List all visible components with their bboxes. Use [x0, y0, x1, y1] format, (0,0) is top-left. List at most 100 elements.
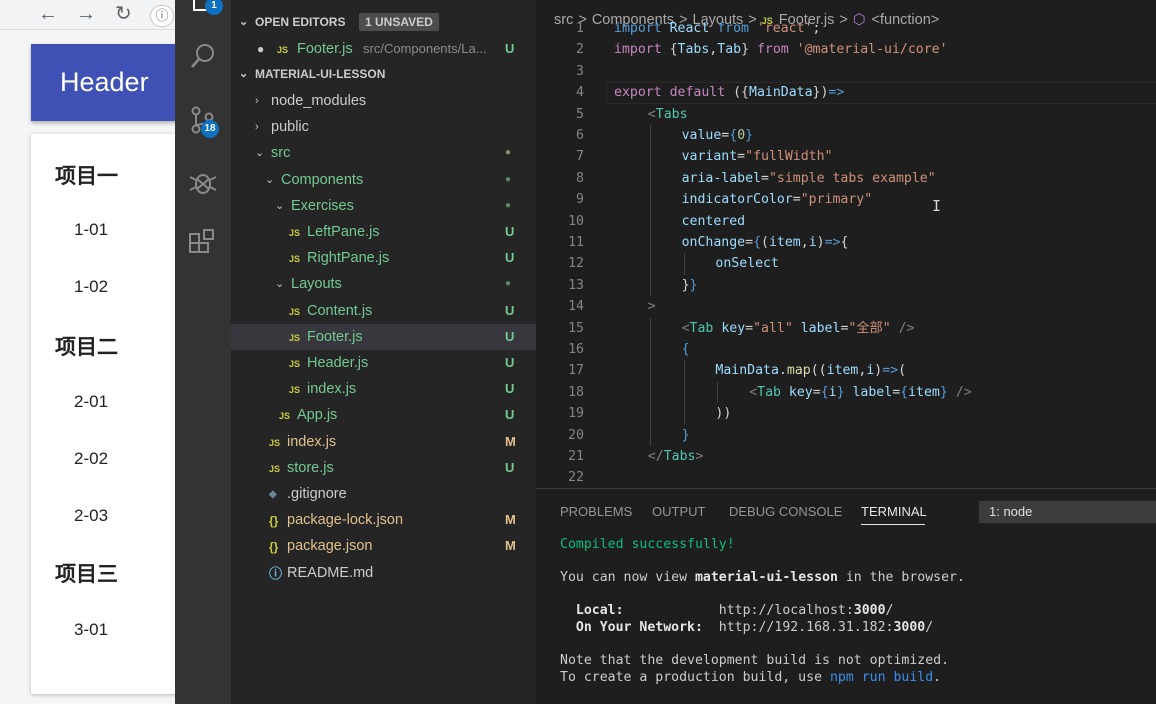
indent-guide — [649, 339, 651, 361]
open-editor-item[interactable]: ● JS Footer.js src/Components/La... U — [231, 36, 536, 62]
code-token: item — [908, 384, 940, 400]
tab-debug-console[interactable]: DEBUG CONSOLE — [729, 504, 842, 519]
file-tree-row[interactable]: ◆ .gitignore — [231, 481, 536, 507]
code-text: import {Tabs,Tab} from '@material-ui/cor… — [614, 39, 948, 60]
list-item[interactable]: 2-03 — [74, 506, 108, 526]
extensions-icon[interactable] — [187, 228, 219, 260]
list-item[interactable]: 3-01 — [74, 620, 108, 640]
git-status: M — [505, 538, 516, 554]
code-token: } — [939, 384, 956, 400]
back-arrow-icon[interactable]: ← — [38, 3, 58, 25]
code-text: } — [682, 425, 690, 446]
code-text: aria-label="simple tabs example" — [682, 168, 936, 189]
file-tree-label: package-lock.json — [287, 512, 404, 529]
indent-guide — [717, 381, 719, 404]
code-token: { — [729, 128, 738, 143]
terminal-select[interactable]: 1: node — [979, 501, 1156, 523]
file-tree-row[interactable]: ⌄ src ● — [231, 140, 536, 166]
source-control-badge: 18 — [201, 120, 219, 138]
code-token: = — [745, 320, 754, 336]
file-tree-label: README.md — [287, 564, 374, 581]
site-info-icon[interactable]: ⓘ — [150, 5, 174, 27]
file-tree-row[interactable]: JS index.js U — [231, 376, 536, 402]
code-token: . — [778, 363, 787, 379]
code-line: 12 onSelect — [536, 253, 1156, 274]
code-token: value — [681, 128, 722, 143]
file-tree-row[interactable]: JS Footer.js U — [231, 323, 536, 350]
indent-guide — [649, 210, 651, 232]
file-tree-row[interactable]: ⓘ README.md — [231, 560, 536, 586]
code-token: label — [852, 384, 893, 400]
modified-dot-icon: ● — [505, 173, 512, 185]
file-tree-row[interactable]: JS Header.js U — [231, 350, 536, 376]
file-tree-row[interactable]: › public — [231, 114, 536, 140]
code-token: { — [753, 235, 762, 250]
indent-guide — [649, 232, 651, 254]
code-token: i — [828, 384, 837, 400]
code-token: = — [812, 384, 821, 400]
file-tree-label: Components — [281, 171, 364, 188]
code-line: 16 { — [536, 339, 1156, 360]
code-token: React — [669, 21, 710, 36]
debug-icon[interactable] — [187, 166, 219, 198]
project-title: MATERIAL-UI-LESSON — [255, 67, 386, 81]
json-file-icon: {} — [269, 540, 279, 555]
code-token: ( — [761, 235, 769, 250]
indent-guide — [649, 167, 651, 190]
app-page: Header 项目一 1-01 1-02 项目二 2-01 2-02 2-03 项目三 3-01 — [0, 30, 175, 704]
file-tree-row[interactable]: JS Content.js U — [231, 298, 536, 324]
list-item[interactable]: 2-01 — [74, 392, 108, 412]
file-tree-row[interactable]: ⌄ Exercises ● — [231, 193, 536, 219]
tab-problems[interactable]: PROBLEMS — [560, 504, 632, 519]
code-token: import — [614, 21, 670, 36]
list-item[interactable]: 2-02 — [74, 449, 108, 469]
line-number: 3 — [576, 63, 584, 79]
git-status: U — [505, 250, 515, 266]
search-icon[interactable] — [187, 40, 219, 72]
unsaved-dot-icon[interactable]: ● — [257, 36, 264, 62]
js-file-icon: JS — [279, 411, 291, 422]
file-tree-row[interactable]: ⌄ Layouts ● — [231, 271, 536, 297]
code-line: 18 <Tab key={i} label={item} /> — [536, 382, 1156, 403]
file-tree-row[interactable]: JS App.js U — [231, 402, 536, 428]
tab-terminal[interactable]: TERMINAL — [861, 504, 927, 519]
chevron-down-icon: ⌄ — [239, 68, 249, 80]
line-number: 2 — [576, 42, 584, 58]
line-number: 1 — [576, 21, 584, 36]
code-token: = — [761, 170, 769, 186]
project-header[interactable]: ⌄ MATERIAL-UI-LESSON — [231, 63, 536, 85]
code-line: 14 > — [536, 296, 1156, 317]
file-tree-row[interactable]: JS store.js U — [231, 455, 536, 481]
code-token: = — [892, 384, 901, 400]
line-number: 16 — [568, 342, 584, 357]
list-item[interactable]: 1-02 — [74, 277, 108, 297]
code-line: 19)) — [536, 403, 1156, 424]
modified-dot-icon: ● — [505, 199, 512, 211]
code-text: centered — [682, 211, 746, 232]
list-group-title: 项目二 — [55, 336, 118, 359]
code-text: )) — [715, 403, 731, 424]
file-tree-row[interactable]: JS RightPane.js U — [231, 245, 536, 271]
code-line: 2 import {Tabs,Tab} from '@material-ui/co… — [536, 39, 1156, 60]
forward-arrow-icon[interactable]: → — [76, 3, 96, 25]
code-line: 21 </Tabs> — [536, 446, 1156, 467]
file-tree-row[interactable]: JS LeftPane.js U — [231, 219, 536, 245]
reload-icon[interactable]: ↻ — [115, 3, 132, 25]
code-token: /> — [955, 384, 972, 400]
terminal-network-line: On Your Network: http://192.168.31.182:3… — [560, 620, 934, 635]
list-item[interactable]: 1-01 — [74, 220, 108, 240]
line-number: 17 — [568, 363, 584, 379]
open-editors-header[interactable]: ⌄ OPEN EDITORS 1 UNSAVED — [231, 11, 536, 33]
git-status: U — [505, 459, 515, 475]
code-token: indicatorColor — [681, 192, 793, 208]
file-tree-row[interactable]: › node_modules — [231, 88, 536, 114]
code-token: item — [826, 363, 859, 379]
tab-output[interactable]: OUTPUT — [652, 504, 705, 519]
file-tree-row[interactable]: ⌄ Components ● — [231, 167, 536, 193]
file-tree-row[interactable]: {} package-lock.json M — [231, 507, 536, 533]
file-tree-row[interactable]: {} package.json M — [231, 533, 536, 559]
indent-guide — [683, 360, 685, 382]
open-editor-filename: Footer.js — [297, 41, 353, 57]
code-token: key — [721, 320, 746, 336]
file-tree-row[interactable]: JS index.js M — [231, 429, 536, 455]
